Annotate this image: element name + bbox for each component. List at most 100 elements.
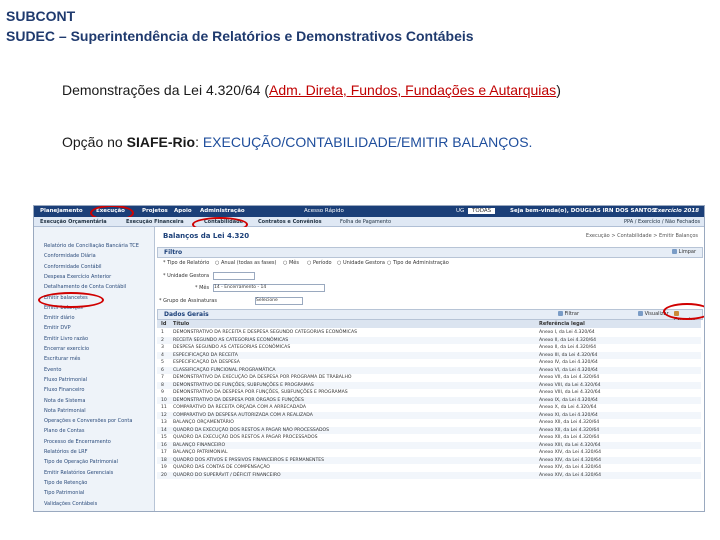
month-label: * Mês xyxy=(195,285,210,291)
sidebar-item[interactable]: Nota de Sistema xyxy=(44,398,85,404)
table-row[interactable]: 19 QUADRO DAS CONTAS DE COMPENSAÇÃO Anexo … xyxy=(157,464,701,471)
row-reference: Anexo XII, da Lei 4.320/64 xyxy=(539,420,600,425)
sidebar-item[interactable]: Conformidade Contábil xyxy=(44,264,102,270)
row-id: 2 xyxy=(161,337,164,343)
highlight-emitir-balancos xyxy=(38,292,104,308)
row-title: QUADRO DA EXECUÇÃO DOS RESTOS A PAGAR NÃ… xyxy=(173,427,330,433)
row-id: 16 xyxy=(161,442,167,448)
table-row[interactable]: 5 ESPECIFICAÇÃO DA DESPESA Anexo IV, da Le… xyxy=(157,359,701,366)
row-reference: Anexo IX, da Lei 4.320/64 xyxy=(539,397,598,403)
menu-planejamento[interactable]: Planejamento xyxy=(40,208,83,214)
row-title: RECEITA SEGUNDO AS CATEGORIAS ECONÔMICAS xyxy=(173,337,289,343)
sidebar-item[interactable]: Detalhamento de Conta Contábil xyxy=(44,284,126,290)
row-reference: Anexo VI, da Lei 4.320/64 xyxy=(539,367,598,373)
sidebar-item[interactable]: Emitir DVP xyxy=(44,325,71,331)
tab-execucao-orcamentaria[interactable]: Execução Orçamentária xyxy=(40,219,107,225)
table-row[interactable]: 4 ESPECIFICAÇÃO DA RECEITA Anexo III, da L… xyxy=(157,351,701,359)
sidebar-item[interactable]: Evento xyxy=(44,367,61,373)
table-row[interactable]: 10 DEMONSTRATIVO DA DESPESA POR ÓRGÃOS E … xyxy=(157,396,701,404)
sidebar-item[interactable]: Relatório de Conciliação Bancária TCE xyxy=(44,243,139,249)
sidebar-item[interactable]: Processo de Encerramento xyxy=(44,439,111,445)
row-id: 14 xyxy=(161,427,167,433)
sidebar-item[interactable]: Tipo de Operação Patrimonial xyxy=(44,459,118,465)
sidebar-item[interactable]: Tipo de Retenção xyxy=(44,480,87,486)
row-reference: Anexo II, da Lei 4.320/64 xyxy=(539,345,597,350)
menu-administracao[interactable]: Administração xyxy=(200,208,245,214)
row-title: ESPECIFICAÇÃO DA RECEITA xyxy=(173,352,238,358)
highlight-executar xyxy=(663,303,704,320)
type-option-ug[interactable]: ○ Unidade Gestora xyxy=(337,260,385,266)
sidebar-item[interactable]: Operações e Conversões por Conta xyxy=(44,418,132,424)
sidebar-item[interactable]: Conformidade Diária xyxy=(44,253,96,259)
tab-folha[interactable]: Folha de Pagamento xyxy=(340,219,391,225)
table-row[interactable]: 13 BALANÇO ORÇAMENTÁRIO Anexo XII, da Lei … xyxy=(157,419,701,426)
table-row[interactable]: 6 CLASSIFICAÇÃO FUNCIONAL PROGRAMÁTICA Ane… xyxy=(157,366,701,374)
sidebar-item[interactable]: Escriturar mês xyxy=(44,356,80,362)
table-row[interactable]: 14 QUADRO DA EXECUÇÃO DOS RESTOS A PAGAR … xyxy=(157,426,701,434)
row-id: 15 xyxy=(161,435,167,440)
table-row[interactable]: 9 DEMONSTRATIVO DA DESPESA POR FUNÇÕES, S… xyxy=(157,389,701,396)
row-id: 18 xyxy=(161,457,167,463)
sidebar-item[interactable]: Relatórios de LRF xyxy=(44,449,87,455)
sidebar-item[interactable]: Plano de Contas xyxy=(44,428,84,434)
eraser-icon xyxy=(672,249,678,254)
row-title: QUADRO DOS ATIVOS E PASSIVOS FINANCEIROS… xyxy=(173,457,325,463)
table-row[interactable]: 16 BALANÇO FINANCEIRO Anexo XIII, da Lei 4… xyxy=(157,441,701,449)
row-id: 17 xyxy=(161,450,167,455)
table-row[interactable]: 2 RECEITA SEGUNDO AS CATEGORIAS ECONÔMICA… xyxy=(157,336,701,344)
group-select[interactable]: Selecione xyxy=(255,297,303,305)
table-row[interactable]: 15 QUADRO DA EXECUÇÃO DOS RESTOS A PAGAR … xyxy=(157,434,701,441)
unit-label: * Unidade Gestora xyxy=(163,273,210,279)
filter-button[interactable]: Filtrar xyxy=(558,311,579,317)
row-reference: Anexo VIII, da Lei 4.320/64 xyxy=(539,390,601,395)
type-option-anual[interactable]: ○ Anual (todas as fases) xyxy=(215,260,276,266)
sidebar-item[interactable]: Tipo Patrimonial xyxy=(44,490,84,496)
option-sep: : xyxy=(195,134,203,150)
option-system: SIAFE-Rio xyxy=(126,134,196,150)
row-reference: Anexo XII, da Lei 4.320/64 xyxy=(539,427,600,433)
description-prefix: Demonstrações da Lei 4.320/64 ( xyxy=(62,82,270,98)
menu-projetos[interactable]: Projetos xyxy=(142,208,168,214)
welcome-text: Seja bem-vinda(o), DOUGLAS IRN DOS SANTO… xyxy=(510,208,656,214)
table-row[interactable]: 8 DEMONSTRATIVO DE FUNÇÕES, SUBFUNÇÕES E … xyxy=(157,381,701,389)
report-type-label: * Tipo de Relatório xyxy=(163,260,210,266)
quick-access[interactable]: Acesso Rápido xyxy=(304,208,344,214)
grid-header: Dados Gerais Filtrar Visualizar Executar xyxy=(157,309,703,323)
sidebar-item[interactable]: Fluxo Financeiro xyxy=(44,387,84,393)
row-id: 9 xyxy=(161,390,164,395)
sidebar-item[interactable]: Validações Contábeis xyxy=(44,501,97,507)
sidebar-item[interactable]: Despesa Exercício Anterior xyxy=(44,274,111,280)
table-row[interactable]: 11 COMPARATIVO DA RECEITA ORÇADA COM A AR… xyxy=(157,404,701,411)
sidebar-item[interactable]: Encerrar exercício xyxy=(44,346,89,352)
sidebar-item[interactable]: Nota Patrimonial xyxy=(44,408,86,414)
table-row[interactable]: 18 QUADRO DOS ATIVOS E PASSIVOS FINANCEIR… xyxy=(157,456,701,464)
table-row[interactable]: 17 BALANÇO PATRIMONIAL Anexo XIV, da Lei 4… xyxy=(157,449,701,456)
table-row[interactable]: 20 QUADRO DO SUPERÁVIT / DÉFICIT FINANCEI… xyxy=(157,471,701,479)
sidebar-item[interactable]: Emitir diário xyxy=(44,315,75,321)
unit-input[interactable] xyxy=(213,272,255,280)
view-icon xyxy=(638,311,643,316)
clear-button[interactable]: Limpar xyxy=(672,249,696,255)
table-row[interactable]: 7 DEMONSTRATIVO DA EXECUÇÃO DA DESPESA PO… xyxy=(157,374,701,381)
type-option-periodo[interactable]: ○ Período xyxy=(307,260,332,266)
sidebar-item[interactable]: Fluxo Patrimonial xyxy=(44,377,87,383)
sidebar-item[interactable]: Emitir Livro razão xyxy=(44,336,88,342)
row-id: 5 xyxy=(161,360,164,365)
table-row[interactable]: 3 DESPESA SEGUNDO AS CATEGORIAS ECONÔMICA… xyxy=(157,344,701,351)
row-title: DEMONSTRATIVO DA RECEITA E DESPESA SEGUN… xyxy=(173,330,358,335)
tab-execucao-financeira[interactable]: Execução Financeira xyxy=(126,219,184,225)
row-reference: Anexo VIII, da Lei 4.320/64 xyxy=(539,382,601,388)
type-option-adm[interactable]: ○ Tipo de Administração xyxy=(387,260,449,266)
table-row[interactable]: 1 DEMONSTRATIVO DA RECEITA E DESPESA SEGU… xyxy=(157,329,701,336)
ug-select[interactable]: TODAS xyxy=(468,208,496,214)
month-select[interactable]: 14 - Encerramento - 14 xyxy=(213,284,325,292)
row-title: DEMONSTRATIVO DA DESPESA POR ÓRGÃOS E FU… xyxy=(173,397,304,403)
tab-contratos[interactable]: Contratos e Convênios xyxy=(258,219,322,225)
row-reference: Anexo XIII, da Lei 4.320/64 xyxy=(539,442,601,448)
menu-apoio[interactable]: Apoio xyxy=(174,208,192,214)
breadcrumb: Execução > Contabilidade > Emitir Balanç… xyxy=(585,233,698,239)
month-value: 14 - Encerramento - 14 xyxy=(214,285,267,290)
type-option-mes[interactable]: ○ Mês xyxy=(283,260,299,266)
table-row[interactable]: 12 COMPARATIVO DA DESPESA AUTORIZADA COM … xyxy=(157,411,701,419)
sidebar-item[interactable]: Emitir Relatórios Gerenciais xyxy=(44,470,113,476)
